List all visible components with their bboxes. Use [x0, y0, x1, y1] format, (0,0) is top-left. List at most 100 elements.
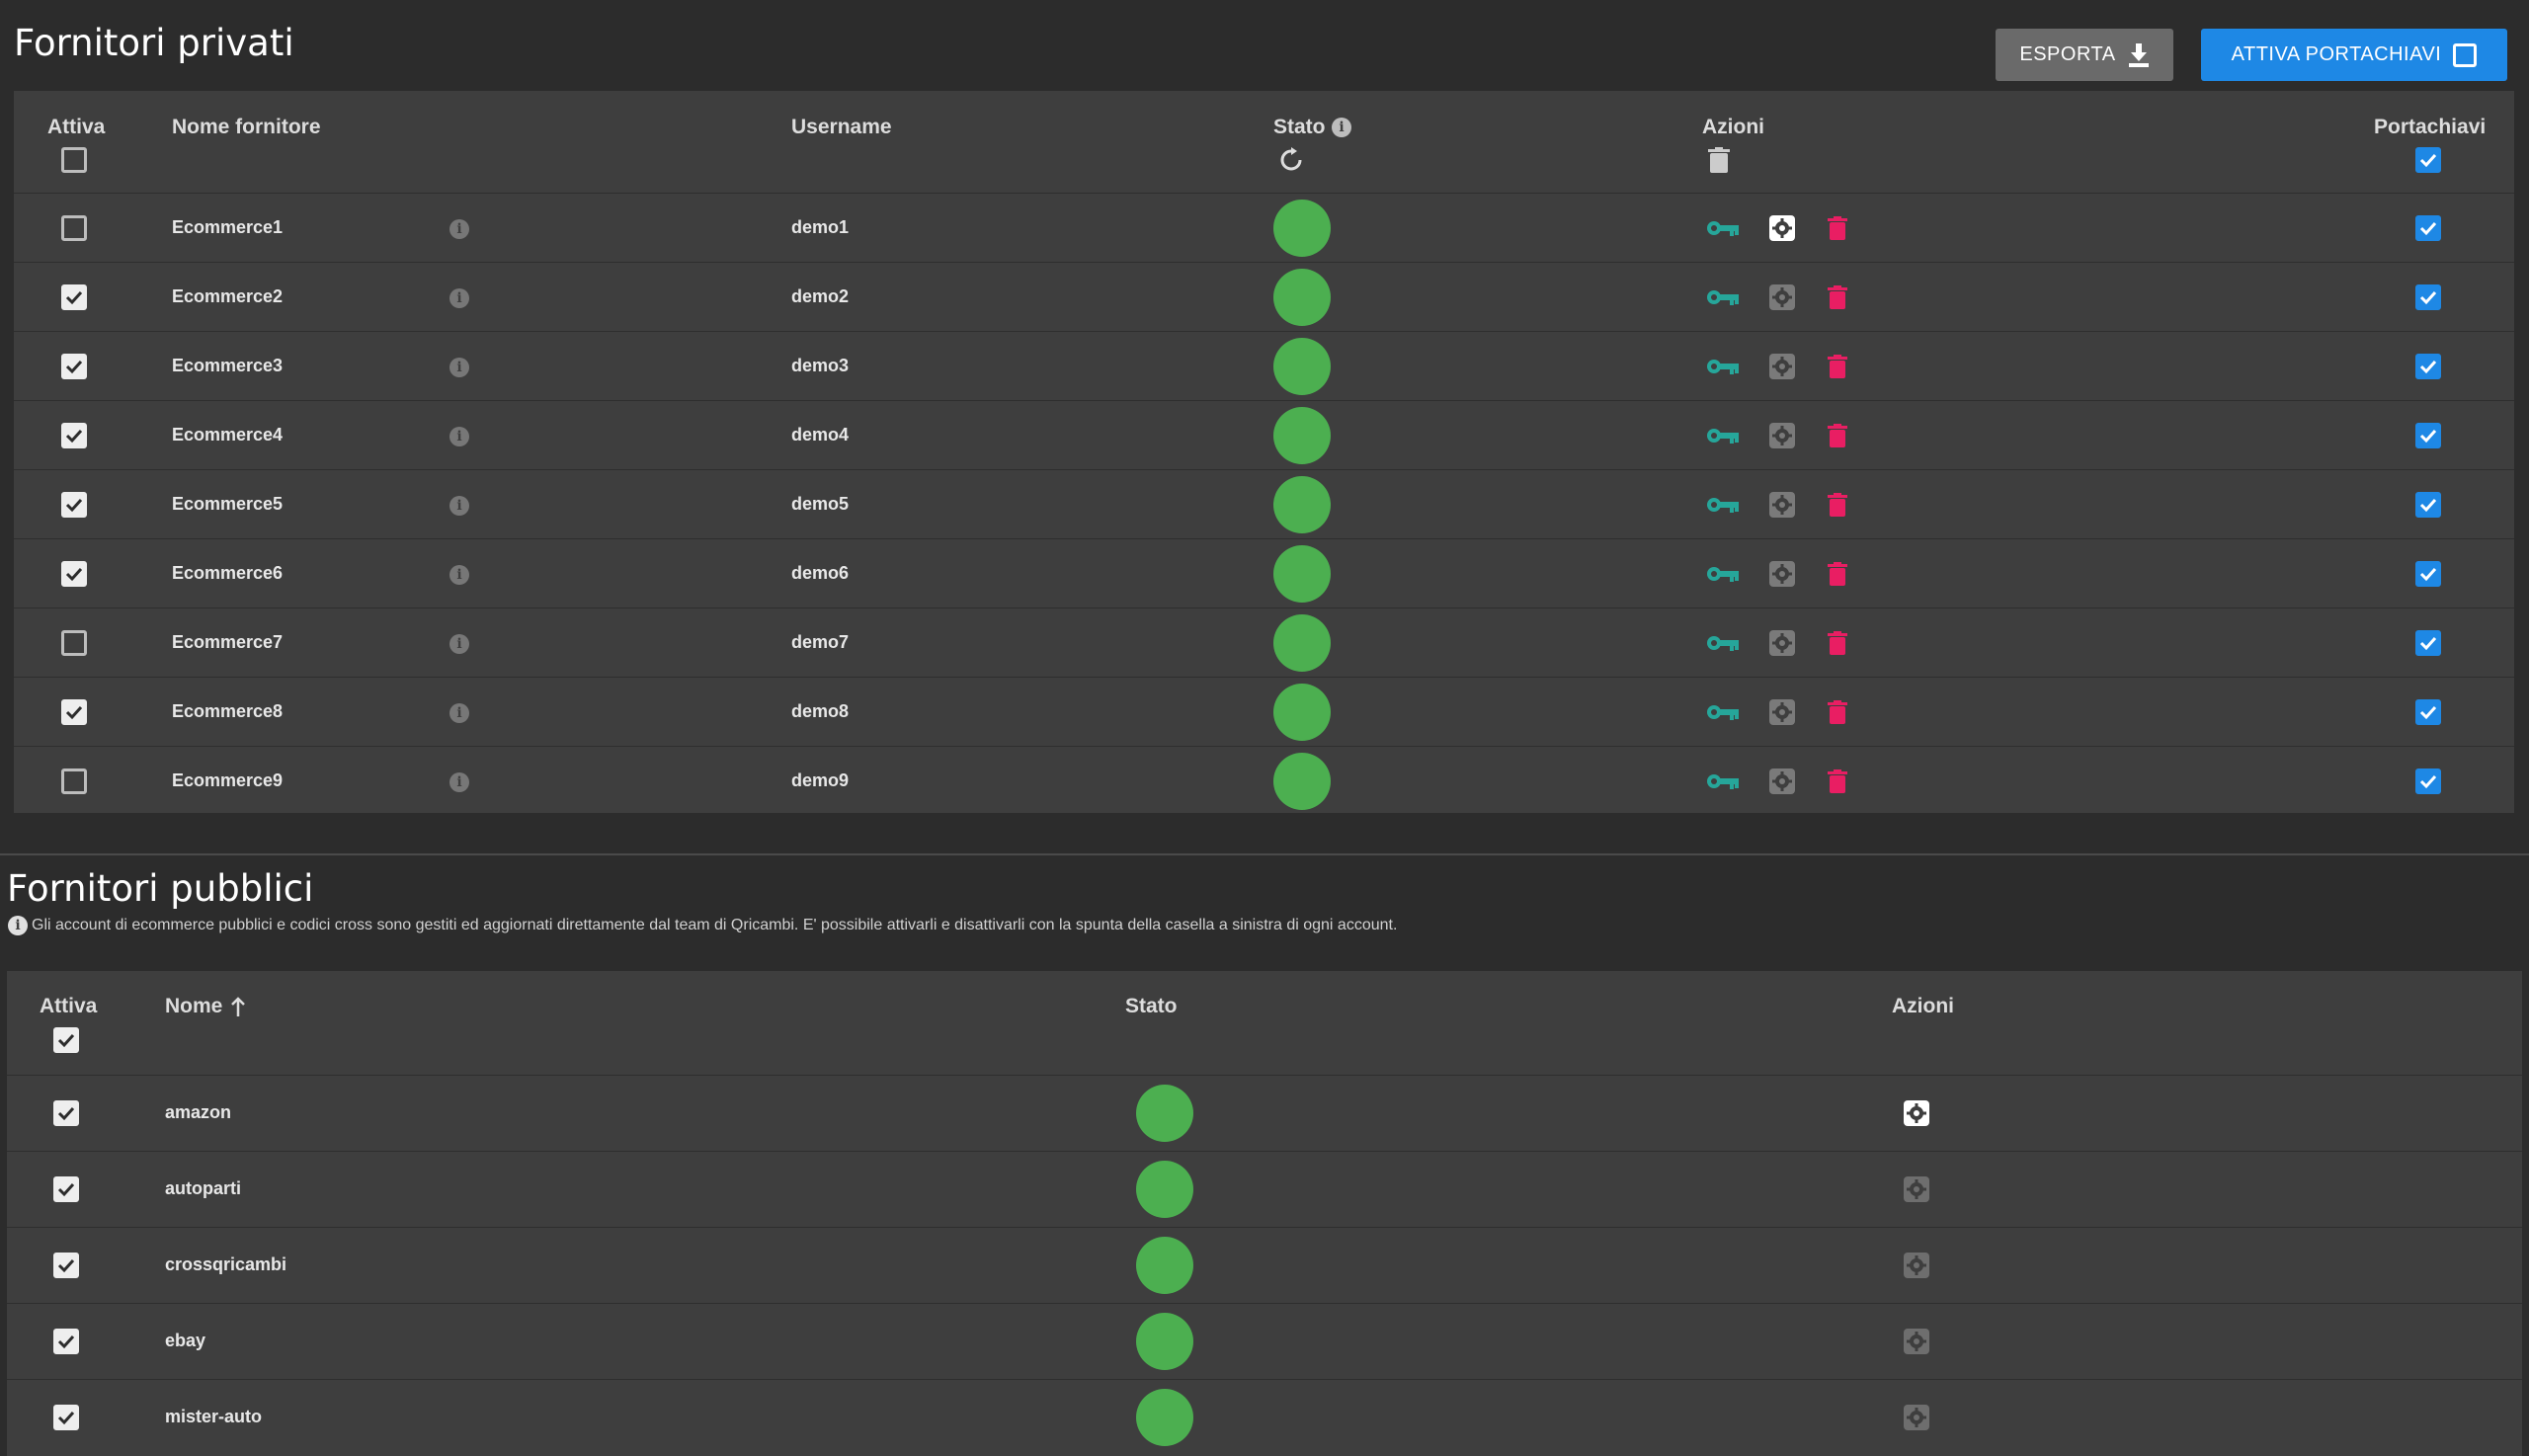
- activate-keychain-button[interactable]: ATTIVA PORTACHIAVI: [2201, 29, 2507, 81]
- active-checkbox[interactable]: [61, 699, 87, 725]
- keychain-checkbox[interactable]: [2415, 423, 2441, 448]
- settings-icon[interactable]: [1768, 629, 1796, 657]
- settings-icon[interactable]: [1903, 1404, 1930, 1431]
- active-checkbox[interactable]: [53, 1405, 79, 1430]
- key-icon[interactable]: [1706, 426, 1740, 445]
- supplier-info-icon[interactable]: i: [449, 634, 469, 654]
- settings-icon[interactable]: [1903, 1252, 1930, 1279]
- keychain-checkbox[interactable]: [2415, 561, 2441, 587]
- supplier-info-icon[interactable]: i: [449, 427, 469, 446]
- status-info-icon[interactable]: i: [1332, 118, 1351, 137]
- select-all-checkbox[interactable]: [61, 147, 87, 173]
- supplier-info-icon[interactable]: i: [449, 219, 469, 239]
- export-button[interactable]: ESPORTA: [1996, 29, 2173, 81]
- supplier-name: Ecommerce7: [172, 632, 284, 652]
- active-checkbox[interactable]: [61, 768, 87, 794]
- header-name: Nome: [165, 995, 223, 1017]
- status-indicator: [1136, 1237, 1193, 1294]
- delete-icon[interactable]: [1828, 562, 1847, 586]
- key-icon[interactable]: [1706, 564, 1740, 584]
- settings-icon[interactable]: [1903, 1328, 1930, 1355]
- supplier-username: demo4: [791, 425, 850, 445]
- active-checkbox[interactable]: [61, 561, 87, 587]
- key-icon[interactable]: [1706, 218, 1740, 238]
- settings-icon[interactable]: [1768, 283, 1796, 311]
- key-icon[interactable]: [1706, 357, 1740, 376]
- keychain-checkbox[interactable]: [2415, 354, 2441, 379]
- active-checkbox[interactable]: [61, 492, 87, 518]
- delete-icon[interactable]: [1828, 700, 1847, 724]
- settings-icon[interactable]: [1768, 422, 1796, 449]
- keychain-select-all-checkbox[interactable]: [2415, 147, 2441, 173]
- table-row: autoparti: [7, 1151, 2522, 1227]
- supplier-info-icon[interactable]: i: [449, 565, 469, 585]
- supplier-username: demo9: [791, 770, 850, 790]
- active-checkbox[interactable]: [61, 423, 87, 448]
- supplier-info-icon[interactable]: i: [449, 358, 469, 377]
- delete-icon[interactable]: [1828, 285, 1847, 309]
- delete-icon[interactable]: [1828, 216, 1847, 240]
- keychain-checkbox[interactable]: [2415, 768, 2441, 794]
- table-row: Ecommerce9 i demo9: [14, 746, 2514, 815]
- status-indicator: [1273, 200, 1331, 257]
- active-checkbox[interactable]: [53, 1253, 79, 1278]
- settings-icon[interactable]: [1768, 491, 1796, 519]
- keychain-checkbox[interactable]: [2415, 492, 2441, 518]
- settings-icon[interactable]: [1768, 698, 1796, 726]
- status-indicator: [1273, 545, 1331, 603]
- public-note: i Gli account di ecommerce pubblici e co…: [8, 916, 1397, 935]
- settings-icon[interactable]: [1903, 1099, 1930, 1127]
- key-icon[interactable]: [1706, 287, 1740, 307]
- keychain-checkbox[interactable]: [2415, 284, 2441, 310]
- settings-icon[interactable]: [1768, 768, 1796, 795]
- active-checkbox[interactable]: [53, 1100, 79, 1126]
- active-checkbox[interactable]: [53, 1176, 79, 1202]
- keychain-checkbox[interactable]: [2415, 699, 2441, 725]
- note-info-icon: i: [8, 916, 28, 935]
- status-indicator: [1273, 614, 1331, 672]
- supplier-name: Ecommerce4: [172, 425, 284, 445]
- export-label: ESPORTA: [2019, 43, 2116, 65]
- active-checkbox[interactable]: [61, 284, 87, 310]
- active-checkbox[interactable]: [61, 215, 87, 241]
- settings-icon[interactable]: [1768, 560, 1796, 588]
- public-note-text: Gli account di ecommerce pubblici e codi…: [32, 917, 1398, 933]
- status-indicator: [1136, 1085, 1193, 1142]
- supplier-info-icon[interactable]: i: [449, 288, 469, 308]
- active-checkbox[interactable]: [53, 1329, 79, 1354]
- active-checkbox[interactable]: [61, 354, 87, 379]
- keychain-checkbox[interactable]: [2415, 215, 2441, 241]
- table-row: amazon: [7, 1075, 2522, 1151]
- table-row: Ecommerce7 i demo7: [14, 607, 2514, 677]
- active-checkbox[interactable]: [61, 630, 87, 656]
- header-name-sort[interactable]: Nome: [165, 995, 246, 1018]
- supplier-info-icon[interactable]: i: [449, 496, 469, 516]
- supplier-info-icon[interactable]: i: [449, 772, 469, 792]
- status-indicator: [1273, 407, 1331, 464]
- download-icon: [2128, 42, 2150, 67]
- bulk-delete-icon[interactable]: [1706, 145, 1732, 175]
- key-icon[interactable]: [1706, 495, 1740, 515]
- delete-icon[interactable]: [1828, 424, 1847, 447]
- public-select-all-checkbox[interactable]: [53, 1027, 79, 1053]
- supplier-username: demo2: [791, 286, 850, 306]
- delete-icon[interactable]: [1828, 631, 1847, 655]
- private-suppliers-table: Attiva Nome fornitore Username Stato i A…: [14, 91, 2514, 813]
- keychain-label: ATTIVA PORTACHIAVI: [2231, 43, 2442, 65]
- key-icon[interactable]: [1706, 702, 1740, 722]
- header-active: Attiva: [40, 995, 98, 1017]
- delete-icon[interactable]: [1828, 355, 1847, 378]
- settings-icon[interactable]: [1903, 1175, 1930, 1203]
- refresh-icon[interactable]: [1276, 145, 1306, 175]
- page: Fornitori privati ESPORTA ATTIVA PORTACH…: [0, 0, 2529, 1456]
- key-icon[interactable]: [1706, 771, 1740, 791]
- settings-icon[interactable]: [1768, 353, 1796, 380]
- supplier-info-icon[interactable]: i: [449, 703, 469, 723]
- delete-icon[interactable]: [1828, 493, 1847, 517]
- keychain-checkbox[interactable]: [2415, 630, 2441, 656]
- status-indicator: [1273, 753, 1331, 810]
- key-icon[interactable]: [1706, 633, 1740, 653]
- settings-icon[interactable]: [1768, 214, 1796, 242]
- delete-icon[interactable]: [1828, 769, 1847, 793]
- header-keychain: Portachiavi: [2374, 116, 2487, 138]
